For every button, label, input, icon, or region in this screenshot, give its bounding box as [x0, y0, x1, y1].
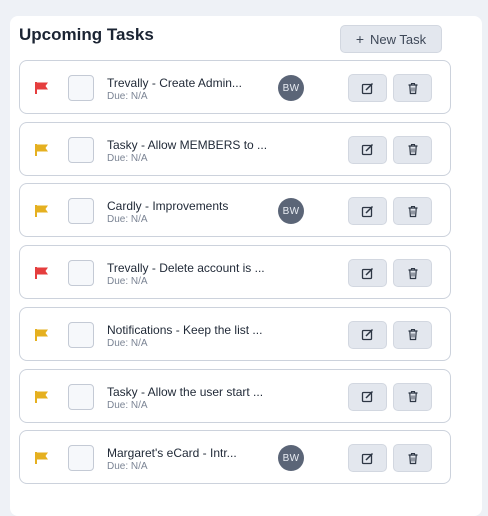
edit-task-button[interactable]: [348, 259, 387, 288]
edit-icon: [361, 390, 374, 403]
task-complete-checkbox[interactable]: [68, 198, 94, 225]
task-complete-checkbox[interactable]: [68, 75, 94, 101]
delete-task-button[interactable]: [393, 382, 432, 411]
task-text: Trevally - Delete account is ... Due: N/A: [107, 261, 277, 288]
medium-priority-flag-icon: [34, 451, 50, 465]
edit-task-button[interactable]: [348, 74, 387, 102]
task-due-date: Due: N/A: [107, 214, 148, 226]
task-row[interactable]: Trevally - Delete account is ... Due: N/A: [19, 245, 451, 300]
task-row[interactable]: Notifications - Keep the list ... Due: N/…: [19, 306, 451, 361]
task-due-date: Due: N/A: [107, 461, 148, 473]
high-priority-flag-icon: [34, 266, 50, 280]
page-title: Upcoming Tasks: [19, 25, 154, 44]
task-complete-checkbox[interactable]: [68, 136, 94, 163]
trash-icon: [407, 267, 419, 280]
delete-task-button[interactable]: [393, 197, 432, 226]
edit-icon: [361, 452, 374, 465]
task-text: Margaret's eCard - Intr... Due: N/A: [107, 446, 277, 473]
medium-priority-flag-icon: [34, 143, 50, 157]
trash-icon: [407, 143, 419, 156]
high-priority-flag-icon: [34, 81, 50, 95]
new-task-label: New Task: [370, 31, 427, 47]
task-name: Tasky - Allow the user start ...: [107, 384, 264, 399]
edit-icon: [361, 267, 374, 280]
edit-icon: [361, 82, 374, 95]
task-text: Notifications - Keep the list ... Due: N/…: [107, 323, 277, 350]
task-name: Trevally - Delete account is ...: [107, 261, 265, 276]
trash-icon: [407, 452, 419, 465]
medium-priority-flag-icon: [34, 390, 50, 404]
task-row[interactable]: Cardly - Improvements Due: N/A BW: [19, 183, 451, 238]
task-due-date: Due: N/A: [107, 337, 148, 349]
edit-task-button[interactable]: [348, 197, 387, 226]
task-name: Notifications - Keep the list ...: [107, 322, 263, 337]
task-complete-checkbox[interactable]: [68, 260, 94, 287]
task-text: Tasky - Allow MEMBERS to ... Due: N/A: [107, 138, 277, 165]
panel-header: Upcoming Tasks + New Task: [19, 25, 453, 54]
edit-icon: [361, 205, 374, 218]
task-due-date: Due: N/A: [107, 91, 148, 102]
delete-task-button[interactable]: [393, 320, 432, 349]
task-complete-checkbox[interactable]: [68, 383, 94, 410]
edit-task-button[interactable]: [348, 320, 387, 349]
delete-task-button[interactable]: [393, 74, 432, 102]
trash-icon: [407, 390, 419, 403]
task-row[interactable]: Tasky - Allow MEMBERS to ... Due: N/A: [19, 121, 451, 176]
task-complete-checkbox[interactable]: [68, 445, 94, 472]
task-text: Tasky - Allow the user start ... Due: N/A: [107, 385, 277, 412]
task-name: Tasky - Allow MEMBERS to ...: [107, 137, 268, 152]
trash-icon: [407, 82, 419, 95]
task-due-date: Due: N/A: [107, 276, 148, 288]
trash-icon: [407, 328, 419, 341]
task-text: Trevally - Create Admin... Due: N/A: [107, 76, 277, 103]
task-row[interactable]: Tasky - Allow the user start ... Due: N/A: [19, 368, 451, 423]
medium-priority-flag-icon: [34, 204, 50, 218]
new-task-button[interactable]: + New Task: [340, 25, 442, 53]
trash-icon: [407, 205, 419, 218]
assignee-avatar: BW: [278, 198, 304, 225]
task-due-date: Due: N/A: [107, 152, 148, 164]
delete-task-button[interactable]: [393, 135, 432, 164]
task-name: Trevally - Create Admin...: [107, 76, 242, 90]
medium-priority-flag-icon: [34, 328, 50, 342]
delete-task-button[interactable]: [393, 259, 432, 288]
task-due-date: Due: N/A: [107, 399, 148, 411]
task-row[interactable]: Trevally - Create Admin... Due: N/A BW: [19, 60, 451, 114]
edit-icon: [361, 328, 374, 341]
task-row[interactable]: Margaret's eCard - Intr... Due: N/A BW: [19, 430, 451, 485]
edit-task-button[interactable]: [348, 135, 387, 164]
edit-icon: [361, 143, 374, 156]
assignee-avatar: BW: [278, 445, 304, 472]
task-name: Cardly - Improvements: [107, 199, 229, 214]
plus-icon: +: [355, 31, 365, 47]
assignee-avatar: BW: [278, 75, 304, 101]
edit-task-button[interactable]: [348, 382, 387, 411]
task-name: Margaret's eCard - Intr...: [107, 446, 237, 461]
delete-task-button[interactable]: [393, 444, 432, 473]
task-text: Cardly - Improvements Due: N/A: [107, 199, 277, 226]
edit-task-button[interactable]: [348, 444, 387, 473]
task-complete-checkbox[interactable]: [68, 321, 94, 348]
